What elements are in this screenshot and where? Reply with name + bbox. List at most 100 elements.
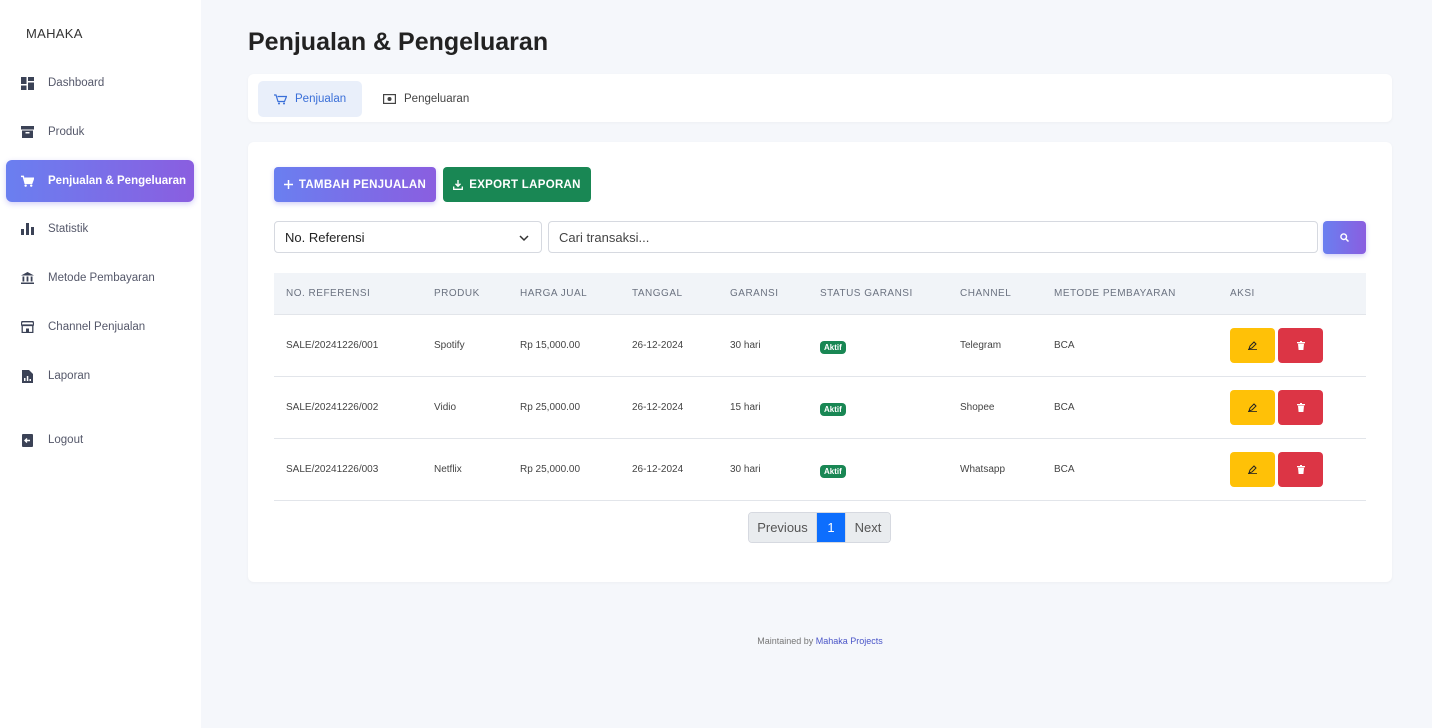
cell-garansi: 15 hari <box>730 402 761 413</box>
sidebar-item-label: Channel Penjualan <box>48 321 146 333</box>
column-header: TANGGAL <box>632 288 683 299</box>
previous-page-button[interactable]: Previous <box>749 513 817 542</box>
sidebar-item-label: Logout <box>48 434 84 446</box>
cell-harga: Rp 15,000.00 <box>520 340 581 351</box>
next-page-button[interactable]: Next <box>845 513 890 542</box>
sidebar-item-statistik[interactable]: Statistik <box>6 208 194 250</box>
cell-tanggal: 26-12-2024 <box>632 402 684 413</box>
trash-icon <box>1296 399 1305 417</box>
cell-garansi: 30 hari <box>730 340 761 351</box>
store-icon <box>21 321 34 334</box>
money-icon <box>383 94 396 104</box>
sidebar-item-label: Produk <box>48 126 85 138</box>
cart-icon <box>274 93 287 105</box>
cell-ref: SALE/20241226/001 <box>286 340 379 351</box>
sales-table: NO. REFERENSI PRODUK HARGA JUAL TANGGAL … <box>274 273 1366 501</box>
column-header: PRODUK <box>434 288 480 299</box>
column-header: METODE PEMBAYARAN <box>1054 288 1176 299</box>
sidebar-item-produk[interactable]: Produk <box>6 111 194 153</box>
column-header: CHANNEL <box>960 288 1012 299</box>
tab-penjualan[interactable]: Penjualan <box>258 81 363 117</box>
page-number-button[interactable]: 1 <box>817 513 845 542</box>
table-header: NO. REFERENSI PRODUK HARGA JUAL TANGGAL … <box>274 273 1366 315</box>
cell-garansi: 30 hari <box>730 464 761 475</box>
cell-ref: SALE/20241226/003 <box>286 464 379 475</box>
pencil-icon <box>1248 399 1257 417</box>
sidebar-item-label: Metode Pembayaran <box>48 272 155 284</box>
sidebar-item-metode-pembayaran[interactable]: Metode Pembayaran <box>6 257 194 299</box>
tab-label: Penjualan <box>295 93 347 105</box>
cell-metode: BCA <box>1054 464 1075 475</box>
plus-icon <box>283 180 293 189</box>
chevron-down-icon <box>519 231 529 246</box>
column-header: GARANSI <box>730 288 779 299</box>
cell-harga: Rp 25,000.00 <box>520 464 581 475</box>
cell-harga: Rp 25,000.00 <box>520 402 581 413</box>
pagination: Previous 1 Next <box>748 512 891 543</box>
status-badge-label: Aktif <box>820 402 846 416</box>
tabs-bar: Penjualan Pengeluaran <box>248 74 1392 122</box>
pencil-icon <box>1248 337 1257 355</box>
filter-field-value: No. Referensi <box>285 229 365 245</box>
sidebar: MAHAKA Dashboard Produk Penjualan & Peng… <box>0 0 201 728</box>
column-header: HARGA JUAL <box>520 288 588 299</box>
filter-field-select[interactable]: No. Referensi <box>274 221 542 253</box>
download-icon <box>453 179 464 190</box>
cell-ref: SALE/20241226/002 <box>286 402 379 413</box>
search-button[interactable] <box>1323 221 1366 254</box>
sidebar-item-laporan[interactable]: Laporan <box>6 355 194 397</box>
delete-button[interactable] <box>1278 390 1323 425</box>
cell-channel: Whatsapp <box>960 464 1006 475</box>
cell-channel: Telegram <box>960 340 1002 351</box>
sidebar-item-label: Statistik <box>48 223 89 235</box>
search-icon <box>1340 229 1350 247</box>
status-badge: Aktif <box>820 461 846 479</box>
pencil-icon <box>1248 461 1257 479</box>
edit-button[interactable] <box>1230 328 1275 363</box>
export-report-button[interactable]: EXPORT LAPORAN <box>443 167 591 202</box>
archive-icon <box>21 126 34 139</box>
sidebar-item-channel-penjualan[interactable]: Channel Penjualan <box>6 306 194 348</box>
bank-icon <box>21 272 34 285</box>
footer-link[interactable]: Mahaka Projects <box>816 636 883 646</box>
sidebar-item-penjualan[interactable]: Penjualan & Pengeluaran <box>6 160 194 202</box>
cell-produk: Spotify <box>434 340 465 351</box>
cell-channel: Shopee <box>960 402 995 413</box>
footer: Maintained by Mahaka Projects <box>0 636 1432 646</box>
add-sale-label: TAMBAH PENJUALAN <box>298 178 427 191</box>
trash-icon <box>1296 461 1305 479</box>
cell-produk: Vidio <box>434 402 457 413</box>
cell-metode: BCA <box>1054 402 1075 413</box>
footer-text: Maintained by <box>757 636 814 646</box>
sidebar-item-label: Dashboard <box>48 77 105 89</box>
logout-icon <box>21 433 34 447</box>
table-row: SALE/20241226/001 Spotify Rp 15,000.00 2… <box>274 315 1366 377</box>
status-badge-label: Aktif <box>820 464 846 478</box>
add-sale-button[interactable]: TAMBAH PENJUALAN <box>274 167 436 202</box>
delete-button[interactable] <box>1278 452 1323 487</box>
column-header: STATUS GARANSI <box>820 288 913 299</box>
column-header: NO. REFERENSI <box>286 288 371 299</box>
report-icon <box>21 369 34 383</box>
edit-button[interactable] <box>1230 452 1275 487</box>
delete-button[interactable] <box>1278 328 1323 363</box>
edit-button[interactable] <box>1230 390 1275 425</box>
cell-produk: Netflix <box>434 464 462 475</box>
sidebar-item-logout[interactable]: Logout <box>6 419 194 461</box>
column-header: AKSI <box>1230 288 1255 299</box>
cell-metode: BCA <box>1054 340 1075 351</box>
brand-logo: MAHAKA <box>26 26 83 41</box>
cell-tanggal: 26-12-2024 <box>632 464 684 475</box>
page-title: Penjualan & Pengeluaran <box>248 28 549 56</box>
bar-chart-icon <box>21 223 34 236</box>
sidebar-item-dashboard[interactable]: Dashboard <box>6 62 194 104</box>
status-badge: Aktif <box>820 337 846 355</box>
search-input[interactable] <box>548 221 1318 253</box>
tab-pengeluaran[interactable]: Pengeluaran <box>367 81 485 117</box>
cell-tanggal: 26-12-2024 <box>632 340 684 351</box>
export-report-label: EXPORT LAPORAN <box>469 178 581 191</box>
status-badge: Aktif <box>820 399 846 417</box>
sales-card: TAMBAH PENJUALAN EXPORT LAPORAN No. Refe… <box>248 142 1392 582</box>
trash-icon <box>1296 337 1305 355</box>
table-row: SALE/20241226/003 Netflix Rp 25,000.00 2… <box>274 439 1366 501</box>
